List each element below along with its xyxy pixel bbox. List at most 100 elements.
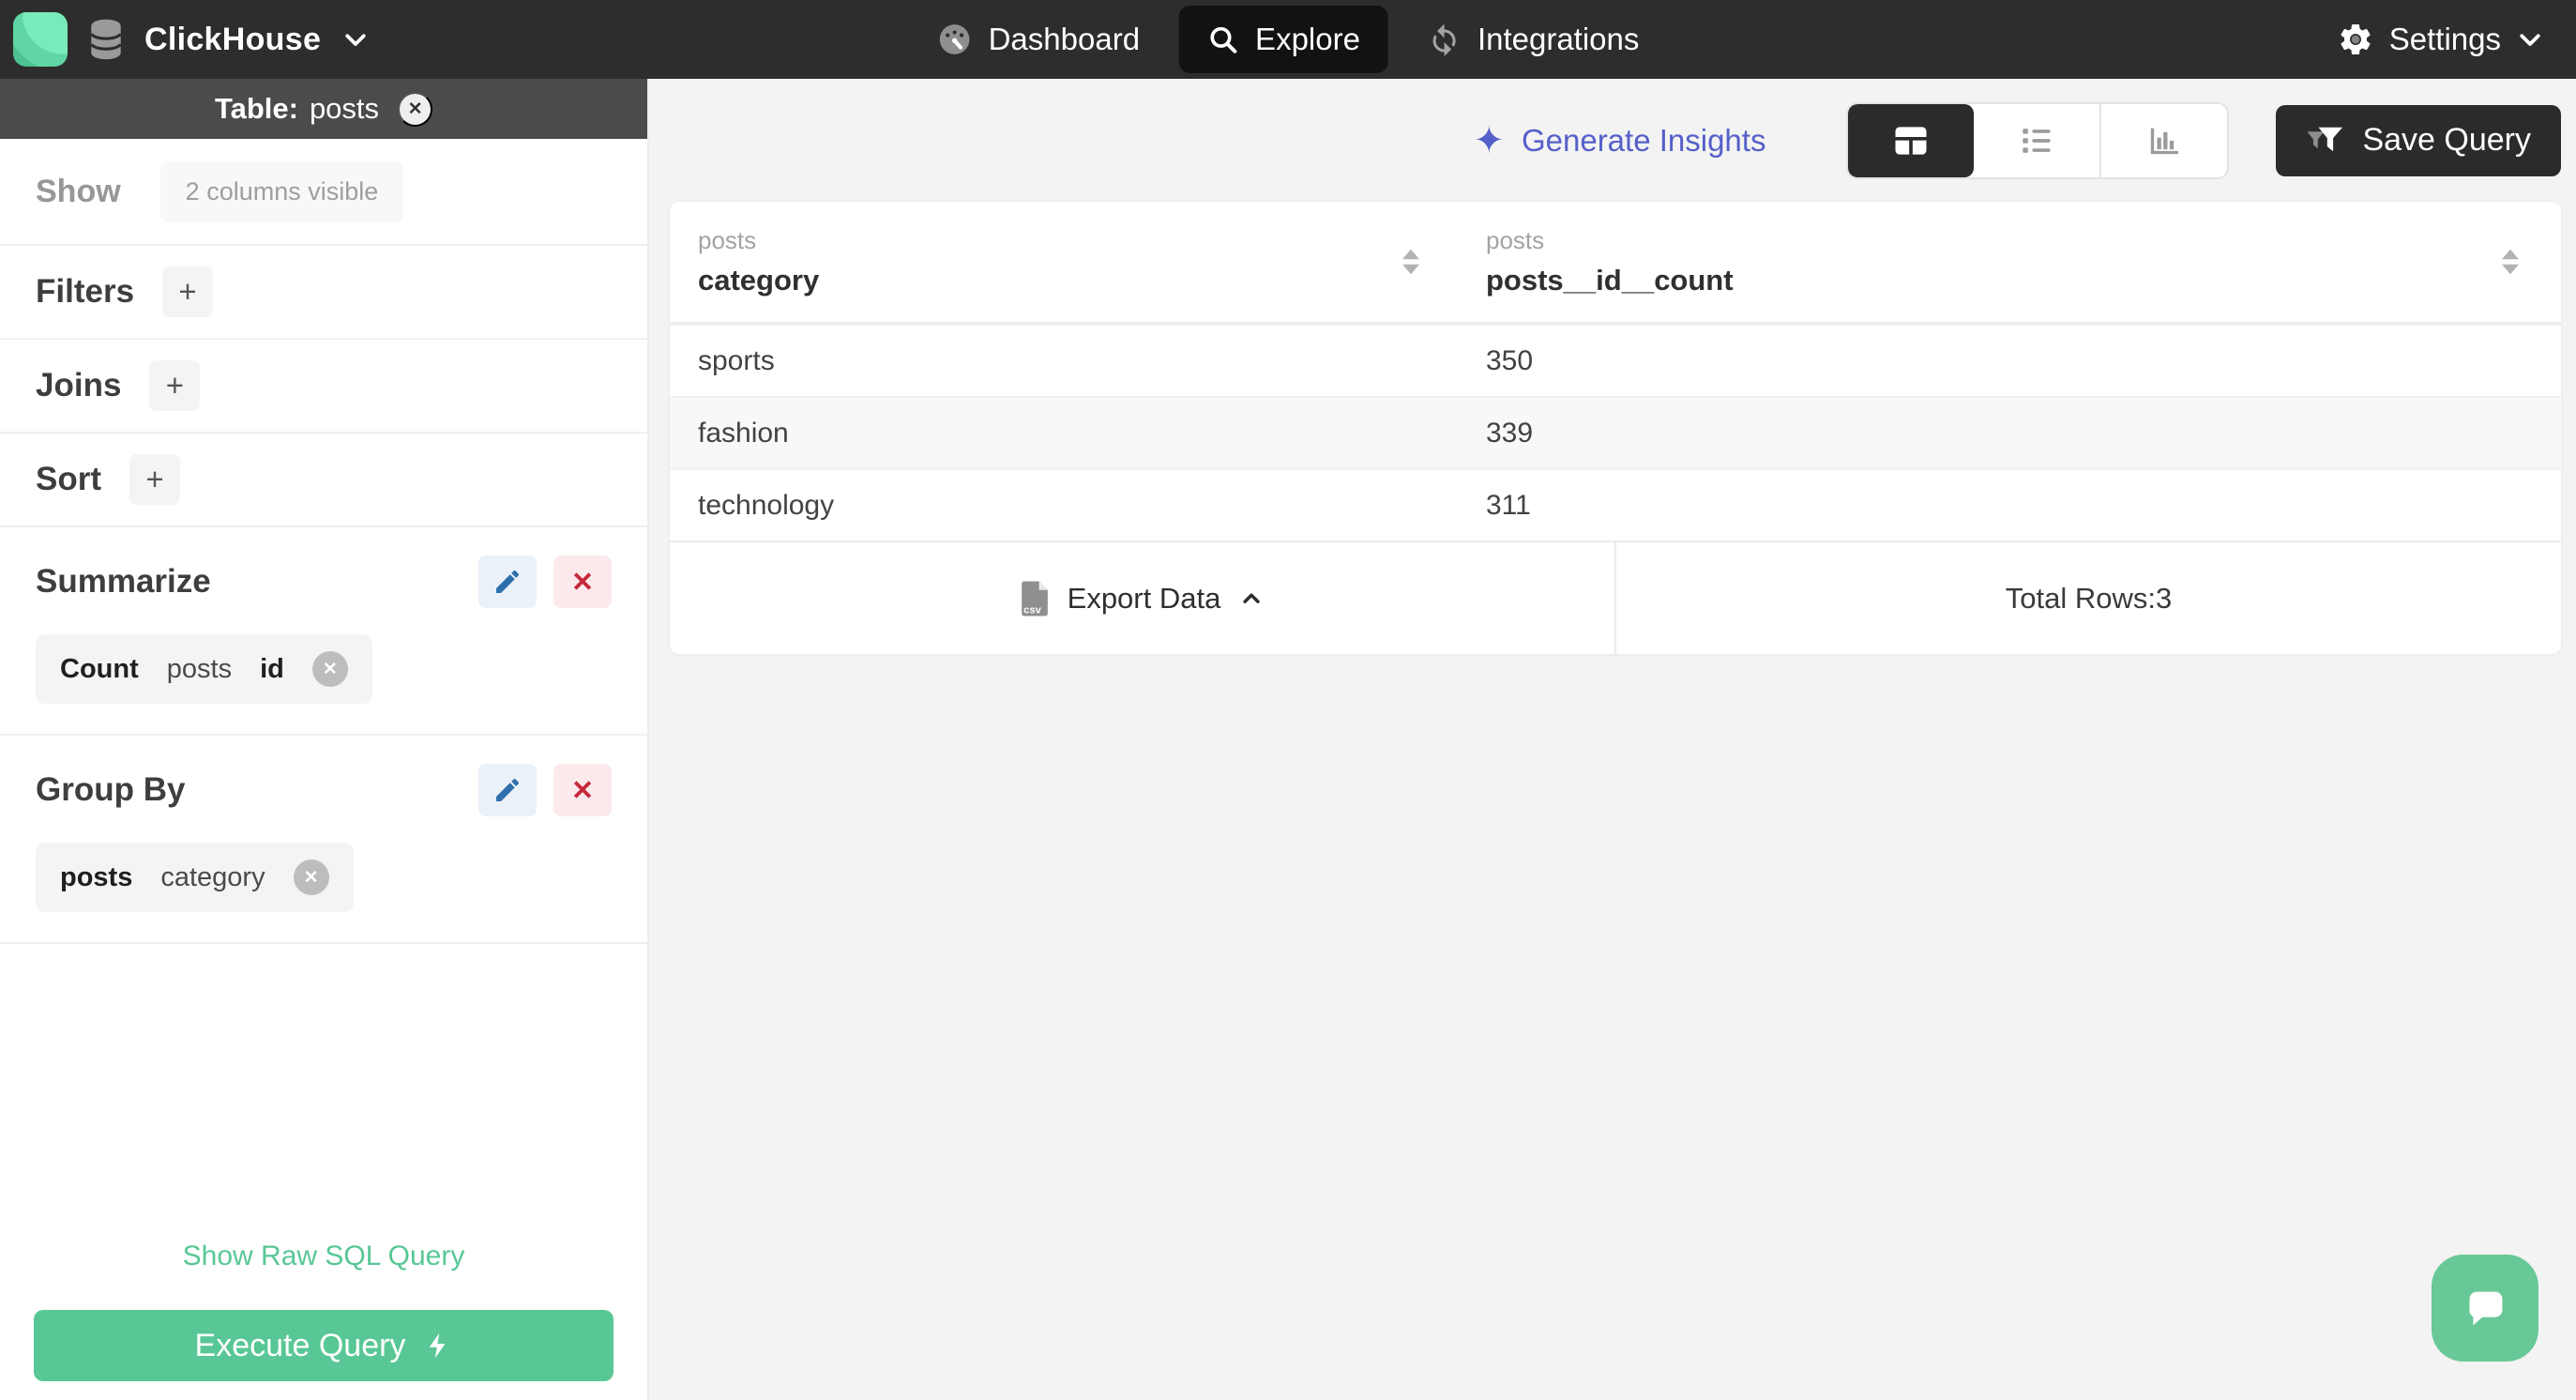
export-data-button[interactable]: csv Export Data — [670, 542, 1614, 654]
cell-count: 339 — [1486, 417, 1534, 449]
search-icon — [1207, 23, 1239, 55]
chat-bubble-icon — [2456, 1279, 2514, 1337]
plus-icon: + — [145, 462, 164, 496]
gear-icon — [2337, 21, 2374, 58]
pencil-icon — [492, 567, 523, 597]
funnel-icon — [2306, 123, 2345, 159]
column-name-label: category — [698, 264, 820, 297]
add-sort-button[interactable]: + — [129, 454, 180, 505]
lightning-bolt-icon — [424, 1332, 452, 1360]
sort-section: Sort + — [0, 434, 647, 527]
x-icon: ✕ — [570, 567, 595, 598]
joins-label: Joins — [36, 367, 122, 403]
total-rows-indicator: Total Rows:3 — [1614, 542, 2561, 654]
nav-integrations[interactable]: Integrations — [1428, 22, 1639, 57]
filters-label: Filters — [36, 273, 135, 310]
export-data-label: Export Data — [1067, 581, 1221, 615]
table-row: fashion 339 — [670, 396, 2561, 468]
chevron-down-icon — [2516, 25, 2544, 53]
sort-toggle-icon[interactable] — [2497, 246, 2523, 278]
cell-category: technology — [698, 489, 835, 521]
remove-table-button[interactable]: ✕ — [398, 91, 433, 127]
save-query-label: Save Query — [2362, 122, 2531, 158]
add-join-button[interactable]: + — [149, 360, 201, 411]
view-mode-toggle — [1846, 101, 2230, 179]
generate-insights-label: Generate Insights — [1521, 122, 1766, 158]
show-label: Show — [36, 173, 121, 209]
query-builder-sidebar: Table: posts ✕ Show 2 columns visible Fi… — [0, 79, 649, 1400]
close-icon: ✕ — [322, 659, 338, 679]
group-by-label: Group By — [36, 771, 186, 808]
chip-column: id — [260, 653, 284, 684]
pencil-icon — [492, 775, 523, 805]
database-icon — [88, 19, 124, 60]
column-group-label: posts — [1486, 226, 1545, 254]
main-nav: Dashboard Explore Integrations — [937, 0, 1639, 79]
summarize-chip: Count posts id ✕ — [36, 634, 372, 704]
columns-visible-badge[interactable]: 2 columns visible — [159, 160, 404, 222]
table-view-button[interactable] — [1848, 103, 1975, 177]
table-footer: csv Export Data Total Rows:3 — [670, 540, 2561, 654]
database-name: ClickHouse — [144, 21, 322, 57]
summarize-label: Summarize — [36, 563, 211, 600]
close-icon: ✕ — [407, 99, 423, 119]
table-header-row: posts category posts posts__id__count — [670, 202, 2561, 324]
sparkle-icon: ✦ — [1473, 119, 1505, 161]
settings-label: Settings — [2388, 22, 2501, 56]
remove-summarize-button[interactable]: ✕ — [553, 555, 612, 608]
cell-count: 311 — [1486, 489, 1531, 521]
nav-explore-label: Explore — [1255, 22, 1360, 56]
list-view-button[interactable] — [1974, 104, 2099, 177]
show-raw-sql-link[interactable]: Show Raw SQL Query — [0, 1240, 647, 1272]
remove-group-by-chip-button[interactable]: ✕ — [293, 860, 329, 895]
nav-dashboard[interactable]: Dashboard — [937, 22, 1140, 57]
chevron-down-icon — [341, 25, 370, 53]
edit-group-by-button[interactable] — [478, 764, 537, 816]
column-header-count: posts posts__id__count — [1486, 202, 2561, 322]
sync-icon — [1428, 23, 1462, 56]
remove-group-by-button[interactable]: ✕ — [553, 764, 612, 816]
plus-icon: + — [178, 274, 197, 309]
joins-section: Joins + — [0, 340, 647, 434]
add-filter-button[interactable]: + — [162, 266, 214, 317]
sidebar-footer: Show Raw SQL Query Execute Query — [0, 1240, 647, 1381]
chevron-up-icon — [1237, 585, 1265, 613]
table-view-icon — [1890, 120, 1932, 161]
column-group-label: posts — [698, 226, 757, 254]
remove-summarize-chip-button[interactable]: ✕ — [311, 651, 348, 687]
total-rows-label: Total Rows:3 — [2005, 581, 2173, 615]
database-selector[interactable]: ClickHouse — [0, 12, 370, 67]
edit-summarize-button[interactable] — [478, 555, 537, 608]
selected-table-header: Table: posts ✕ — [0, 79, 647, 139]
results-table-card: posts category posts posts__id__count sp… — [670, 202, 2561, 654]
table-name: posts — [309, 92, 380, 125]
plus-icon: + — [165, 368, 185, 403]
cell-category: fashion — [698, 417, 789, 449]
column-header-category: posts category — [698, 202, 1486, 322]
save-query-button[interactable]: Save Query — [2276, 104, 2561, 176]
sort-toggle-icon[interactable] — [1398, 246, 1424, 278]
nav-explore[interactable]: Explore — [1179, 6, 1388, 73]
execute-query-button[interactable]: Execute Query — [34, 1310, 614, 1381]
cell-count: 350 — [1486, 344, 1534, 376]
column-name-label: posts__id__count — [1486, 264, 1734, 297]
app-logo — [13, 12, 68, 67]
chart-view-button[interactable] — [2099, 103, 2227, 177]
list-view-icon — [2016, 120, 2057, 161]
chip-table: posts — [166, 653, 233, 684]
summarize-section: Summarize ✕ Count posts id ✕ — [0, 527, 647, 736]
show-section: Show 2 columns visible — [0, 139, 647, 246]
settings-menu[interactable]: Settings — [2337, 21, 2576, 58]
generate-insights-link[interactable]: ✦ Generate Insights — [1473, 122, 1765, 160]
close-icon: ✕ — [303, 867, 319, 888]
csv-icon-label: csv — [1023, 604, 1041, 616]
dashboard-gauge-icon — [937, 22, 973, 57]
x-icon: ✕ — [570, 775, 595, 806]
chip-table: posts — [60, 861, 133, 892]
group-by-chip: posts category ✕ — [36, 843, 354, 912]
chip-aggregate: Count — [60, 653, 139, 684]
chat-widget-button[interactable] — [2432, 1255, 2538, 1362]
csv-file-icon: csv — [1019, 580, 1051, 617]
sort-label: Sort — [36, 461, 101, 497]
bar-chart-icon — [2145, 122, 2183, 160]
